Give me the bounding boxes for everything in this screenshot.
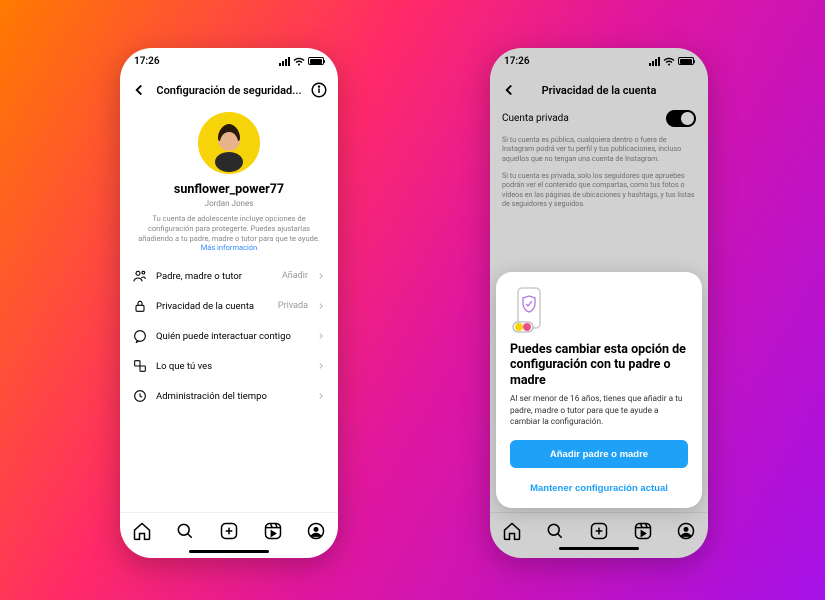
- status-indicators: [279, 57, 324, 66]
- home-indicator: [189, 550, 269, 553]
- private-account-row: Cuenta privada: [490, 106, 708, 131]
- private-account-label: Cuenta privada: [502, 113, 569, 124]
- row-what-you-see[interactable]: Lo que tú ves: [132, 351, 326, 381]
- tab-reels-icon[interactable]: [263, 521, 283, 541]
- status-bar: 17:26: [490, 48, 708, 74]
- privacy-explanation-2: Si tu cuenta es privada, solo los seguid…: [490, 167, 708, 212]
- row-time-management[interactable]: Administración del tiempo: [132, 381, 326, 411]
- desc-text: Tu cuenta de adolescente incluye opcione…: [138, 214, 320, 243]
- lock-icon: [132, 298, 148, 314]
- status-indicators: [649, 57, 694, 66]
- row-label: Privacidad de la cuenta: [156, 301, 270, 312]
- wifi-icon: [293, 57, 305, 66]
- sheet-title: Puedes cambiar esta opción de configurac…: [510, 342, 688, 389]
- chevron-right-icon: [316, 331, 326, 341]
- row-label: Administración del tiempo: [156, 391, 308, 402]
- row-privacy[interactable]: Privacidad de la cuenta Privada: [132, 291, 326, 321]
- tab-create-icon[interactable]: [219, 521, 239, 541]
- status-time: 17:26: [504, 56, 530, 67]
- account-description: Tu cuenta de adolescente incluye opcione…: [134, 214, 324, 253]
- message-icon: [132, 328, 148, 344]
- nav-header: Configuración de seguridad...: [120, 74, 338, 106]
- info-icon[interactable]: [310, 81, 328, 99]
- content-icon: [132, 358, 148, 374]
- avatar: [198, 112, 260, 174]
- row-parent[interactable]: Padre, madre o tutor Añadir: [132, 261, 326, 291]
- status-time: 17:26: [134, 56, 160, 67]
- row-label: Quién puede interactuar contigo: [156, 331, 308, 342]
- status-bar: 17:26: [120, 48, 338, 74]
- tab-search-icon[interactable]: [545, 521, 565, 541]
- chevron-right-icon: [316, 391, 326, 401]
- tab-search-icon[interactable]: [175, 521, 195, 541]
- add-parent-button[interactable]: Añadir padre o madre: [510, 440, 688, 468]
- more-info-link[interactable]: Más información: [201, 243, 258, 252]
- cellular-icon: [649, 57, 660, 66]
- settings-list: Padre, madre o tutor Añadir Privacidad d…: [120, 255, 338, 417]
- nav-header: Privacidad de la cuenta: [490, 74, 708, 106]
- row-label: Lo que tú ves: [156, 361, 308, 372]
- keep-settings-button[interactable]: Mantener configuración actual: [510, 479, 688, 498]
- tab-reels-icon[interactable]: [633, 521, 653, 541]
- tab-profile-icon[interactable]: [306, 521, 326, 541]
- tab-bar: [120, 512, 338, 550]
- battery-icon: [678, 57, 694, 65]
- username: sunflower_power77: [134, 182, 324, 197]
- phone-settings: 17:26 Configuración de seguridad... s: [120, 48, 338, 558]
- clock-icon: [132, 388, 148, 404]
- tab-home-icon[interactable]: [502, 521, 522, 541]
- tab-create-icon[interactable]: [589, 521, 609, 541]
- sheet-illustration: [510, 286, 548, 334]
- tab-bar: [490, 512, 708, 550]
- row-interact[interactable]: Quién puede interactuar contigo: [132, 321, 326, 351]
- tab-profile-icon[interactable]: [676, 521, 696, 541]
- chevron-right-icon: [316, 271, 326, 281]
- battery-icon: [308, 57, 324, 65]
- home-indicator: [559, 547, 639, 550]
- nav-title: Configuración de seguridad...: [154, 84, 304, 97]
- parent-required-sheet: Puedes cambiar esta opción de configurac…: [496, 272, 702, 508]
- nav-title: Privacidad de la cuenta: [524, 84, 674, 97]
- sheet-body: Al ser menor de 16 años, tienes que añad…: [510, 394, 688, 428]
- chevron-right-icon: [316, 361, 326, 371]
- wifi-icon: [663, 57, 675, 66]
- row-trail: Añadir: [282, 271, 308, 281]
- realname: Jordan Jones: [134, 199, 324, 208]
- back-icon[interactable]: [500, 81, 518, 99]
- back-icon[interactable]: [130, 81, 148, 99]
- private-account-toggle[interactable]: [666, 110, 696, 127]
- tab-home-icon[interactable]: [132, 521, 152, 541]
- phone-privacy-dialog: 17:26 Privacidad de la cuenta Cuenta pri…: [490, 48, 708, 558]
- profile-block: sunflower_power77 Jordan Jones Tu cuenta…: [120, 106, 338, 255]
- row-trail: Privada: [278, 301, 308, 311]
- chevron-right-icon: [316, 301, 326, 311]
- cellular-icon: [279, 57, 290, 66]
- row-label: Padre, madre o tutor: [156, 271, 274, 282]
- privacy-explanation-1: Si tu cuenta es pública, cualquiera dent…: [490, 131, 708, 167]
- guardian-icon: [132, 268, 148, 284]
